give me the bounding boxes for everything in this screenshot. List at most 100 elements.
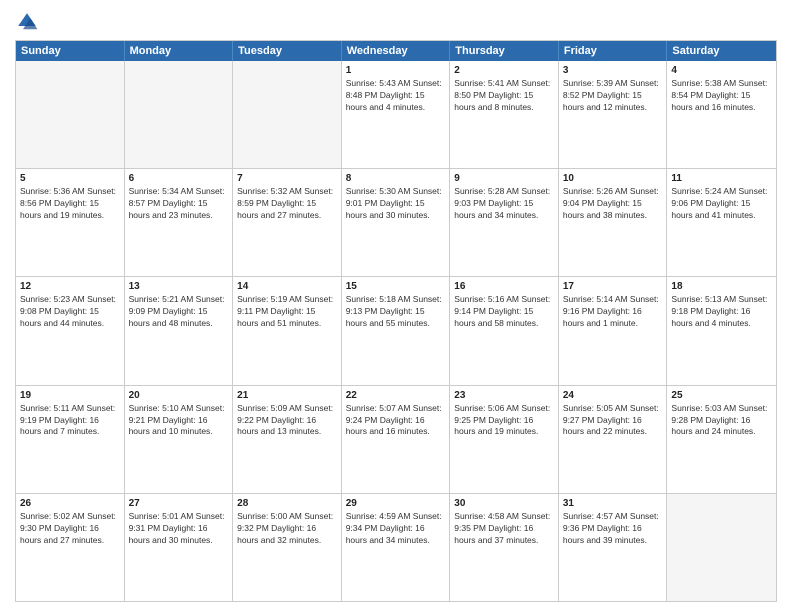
cell-info: Sunrise: 5:43 AM Sunset: 8:48 PM Dayligh… bbox=[346, 78, 446, 114]
day-number: 8 bbox=[346, 172, 446, 185]
day-number: 12 bbox=[20, 280, 120, 293]
calendar-cell: 3Sunrise: 5:39 AM Sunset: 8:52 PM Daylig… bbox=[559, 61, 668, 168]
day-number: 9 bbox=[454, 172, 554, 185]
cell-info: Sunrise: 5:05 AM Sunset: 9:27 PM Dayligh… bbox=[563, 403, 663, 439]
day-number: 18 bbox=[671, 280, 772, 293]
day-number: 31 bbox=[563, 497, 663, 510]
cell-info: Sunrise: 5:09 AM Sunset: 9:22 PM Dayligh… bbox=[237, 403, 337, 439]
day-number: 25 bbox=[671, 389, 772, 402]
cell-info: Sunrise: 5:23 AM Sunset: 9:08 PM Dayligh… bbox=[20, 294, 120, 330]
header-day-wednesday: Wednesday bbox=[342, 41, 451, 61]
page: SundayMondayTuesdayWednesdayThursdayFrid… bbox=[0, 0, 792, 612]
calendar-cell: 12Sunrise: 5:23 AM Sunset: 9:08 PM Dayli… bbox=[16, 277, 125, 384]
day-number: 15 bbox=[346, 280, 446, 293]
cell-info: Sunrise: 5:06 AM Sunset: 9:25 PM Dayligh… bbox=[454, 403, 554, 439]
calendar-row-0: 1Sunrise: 5:43 AM Sunset: 8:48 PM Daylig… bbox=[16, 61, 776, 168]
header-day-monday: Monday bbox=[125, 41, 234, 61]
cell-info: Sunrise: 5:32 AM Sunset: 8:59 PM Dayligh… bbox=[237, 186, 337, 222]
cell-info: Sunrise: 5:38 AM Sunset: 8:54 PM Dayligh… bbox=[671, 78, 772, 114]
cell-info: Sunrise: 5:07 AM Sunset: 9:24 PM Dayligh… bbox=[346, 403, 446, 439]
calendar-cell bbox=[125, 61, 234, 168]
cell-info: Sunrise: 5:18 AM Sunset: 9:13 PM Dayligh… bbox=[346, 294, 446, 330]
calendar-cell: 27Sunrise: 5:01 AM Sunset: 9:31 PM Dayli… bbox=[125, 494, 234, 601]
day-number: 10 bbox=[563, 172, 663, 185]
cell-info: Sunrise: 5:30 AM Sunset: 9:01 PM Dayligh… bbox=[346, 186, 446, 222]
calendar-cell: 30Sunrise: 4:58 AM Sunset: 9:35 PM Dayli… bbox=[450, 494, 559, 601]
cell-info: Sunrise: 5:24 AM Sunset: 9:06 PM Dayligh… bbox=[671, 186, 772, 222]
calendar-cell: 18Sunrise: 5:13 AM Sunset: 9:18 PM Dayli… bbox=[667, 277, 776, 384]
logo-icon bbox=[15, 10, 39, 34]
calendar-cell bbox=[233, 61, 342, 168]
calendar-cell: 19Sunrise: 5:11 AM Sunset: 9:19 PM Dayli… bbox=[16, 386, 125, 493]
cell-info: Sunrise: 4:59 AM Sunset: 9:34 PM Dayligh… bbox=[346, 511, 446, 547]
calendar-cell: 7Sunrise: 5:32 AM Sunset: 8:59 PM Daylig… bbox=[233, 169, 342, 276]
calendar-header: SundayMondayTuesdayWednesdayThursdayFrid… bbox=[16, 41, 776, 61]
calendar-cell: 16Sunrise: 5:16 AM Sunset: 9:14 PM Dayli… bbox=[450, 277, 559, 384]
calendar-cell: 17Sunrise: 5:14 AM Sunset: 9:16 PM Dayli… bbox=[559, 277, 668, 384]
day-number: 29 bbox=[346, 497, 446, 510]
cell-info: Sunrise: 5:41 AM Sunset: 8:50 PM Dayligh… bbox=[454, 78, 554, 114]
cell-info: Sunrise: 5:16 AM Sunset: 9:14 PM Dayligh… bbox=[454, 294, 554, 330]
day-number: 6 bbox=[129, 172, 229, 185]
cell-info: Sunrise: 5:21 AM Sunset: 9:09 PM Dayligh… bbox=[129, 294, 229, 330]
day-number: 17 bbox=[563, 280, 663, 293]
calendar-cell: 23Sunrise: 5:06 AM Sunset: 9:25 PM Dayli… bbox=[450, 386, 559, 493]
day-number: 23 bbox=[454, 389, 554, 402]
day-number: 5 bbox=[20, 172, 120, 185]
cell-info: Sunrise: 5:34 AM Sunset: 8:57 PM Dayligh… bbox=[129, 186, 229, 222]
day-number: 24 bbox=[563, 389, 663, 402]
calendar-cell: 2Sunrise: 5:41 AM Sunset: 8:50 PM Daylig… bbox=[450, 61, 559, 168]
logo bbox=[15, 10, 43, 34]
calendar-row-2: 12Sunrise: 5:23 AM Sunset: 9:08 PM Dayli… bbox=[16, 276, 776, 384]
cell-info: Sunrise: 5:01 AM Sunset: 9:31 PM Dayligh… bbox=[129, 511, 229, 547]
day-number: 16 bbox=[454, 280, 554, 293]
calendar-cell: 13Sunrise: 5:21 AM Sunset: 9:09 PM Dayli… bbox=[125, 277, 234, 384]
day-number: 22 bbox=[346, 389, 446, 402]
calendar-cell bbox=[667, 494, 776, 601]
header bbox=[15, 10, 777, 34]
cell-info: Sunrise: 5:02 AM Sunset: 9:30 PM Dayligh… bbox=[20, 511, 120, 547]
day-number: 1 bbox=[346, 64, 446, 77]
cell-info: Sunrise: 4:57 AM Sunset: 9:36 PM Dayligh… bbox=[563, 511, 663, 547]
day-number: 7 bbox=[237, 172, 337, 185]
calendar-cell: 8Sunrise: 5:30 AM Sunset: 9:01 PM Daylig… bbox=[342, 169, 451, 276]
day-number: 27 bbox=[129, 497, 229, 510]
day-number: 30 bbox=[454, 497, 554, 510]
day-number: 21 bbox=[237, 389, 337, 402]
calendar-cell: 14Sunrise: 5:19 AM Sunset: 9:11 PM Dayli… bbox=[233, 277, 342, 384]
cell-info: Sunrise: 5:11 AM Sunset: 9:19 PM Dayligh… bbox=[20, 403, 120, 439]
calendar-cell: 26Sunrise: 5:02 AM Sunset: 9:30 PM Dayli… bbox=[16, 494, 125, 601]
calendar-cell: 15Sunrise: 5:18 AM Sunset: 9:13 PM Dayli… bbox=[342, 277, 451, 384]
calendar-cell: 22Sunrise: 5:07 AM Sunset: 9:24 PM Dayli… bbox=[342, 386, 451, 493]
calendar-cell: 24Sunrise: 5:05 AM Sunset: 9:27 PM Dayli… bbox=[559, 386, 668, 493]
header-day-saturday: Saturday bbox=[667, 41, 776, 61]
calendar-cell: 5Sunrise: 5:36 AM Sunset: 8:56 PM Daylig… bbox=[16, 169, 125, 276]
header-day-friday: Friday bbox=[559, 41, 668, 61]
cell-info: Sunrise: 5:13 AM Sunset: 9:18 PM Dayligh… bbox=[671, 294, 772, 330]
calendar: SundayMondayTuesdayWednesdayThursdayFrid… bbox=[15, 40, 777, 602]
day-number: 11 bbox=[671, 172, 772, 185]
cell-info: Sunrise: 5:26 AM Sunset: 9:04 PM Dayligh… bbox=[563, 186, 663, 222]
calendar-cell: 6Sunrise: 5:34 AM Sunset: 8:57 PM Daylig… bbox=[125, 169, 234, 276]
cell-info: Sunrise: 4:58 AM Sunset: 9:35 PM Dayligh… bbox=[454, 511, 554, 547]
day-number: 19 bbox=[20, 389, 120, 402]
calendar-row-1: 5Sunrise: 5:36 AM Sunset: 8:56 PM Daylig… bbox=[16, 168, 776, 276]
cell-info: Sunrise: 5:00 AM Sunset: 9:32 PM Dayligh… bbox=[237, 511, 337, 547]
header-day-sunday: Sunday bbox=[16, 41, 125, 61]
day-number: 28 bbox=[237, 497, 337, 510]
cell-info: Sunrise: 5:10 AM Sunset: 9:21 PM Dayligh… bbox=[129, 403, 229, 439]
day-number: 26 bbox=[20, 497, 120, 510]
calendar-cell: 31Sunrise: 4:57 AM Sunset: 9:36 PM Dayli… bbox=[559, 494, 668, 601]
calendar-cell: 25Sunrise: 5:03 AM Sunset: 9:28 PM Dayli… bbox=[667, 386, 776, 493]
cell-info: Sunrise: 5:03 AM Sunset: 9:28 PM Dayligh… bbox=[671, 403, 772, 439]
calendar-cell: 9Sunrise: 5:28 AM Sunset: 9:03 PM Daylig… bbox=[450, 169, 559, 276]
cell-info: Sunrise: 5:28 AM Sunset: 9:03 PM Dayligh… bbox=[454, 186, 554, 222]
day-number: 4 bbox=[671, 64, 772, 77]
header-day-tuesday: Tuesday bbox=[233, 41, 342, 61]
calendar-body: 1Sunrise: 5:43 AM Sunset: 8:48 PM Daylig… bbox=[16, 61, 776, 601]
calendar-cell: 29Sunrise: 4:59 AM Sunset: 9:34 PM Dayli… bbox=[342, 494, 451, 601]
cell-info: Sunrise: 5:36 AM Sunset: 8:56 PM Dayligh… bbox=[20, 186, 120, 222]
cell-info: Sunrise: 5:14 AM Sunset: 9:16 PM Dayligh… bbox=[563, 294, 663, 330]
calendar-cell: 4Sunrise: 5:38 AM Sunset: 8:54 PM Daylig… bbox=[667, 61, 776, 168]
day-number: 13 bbox=[129, 280, 229, 293]
